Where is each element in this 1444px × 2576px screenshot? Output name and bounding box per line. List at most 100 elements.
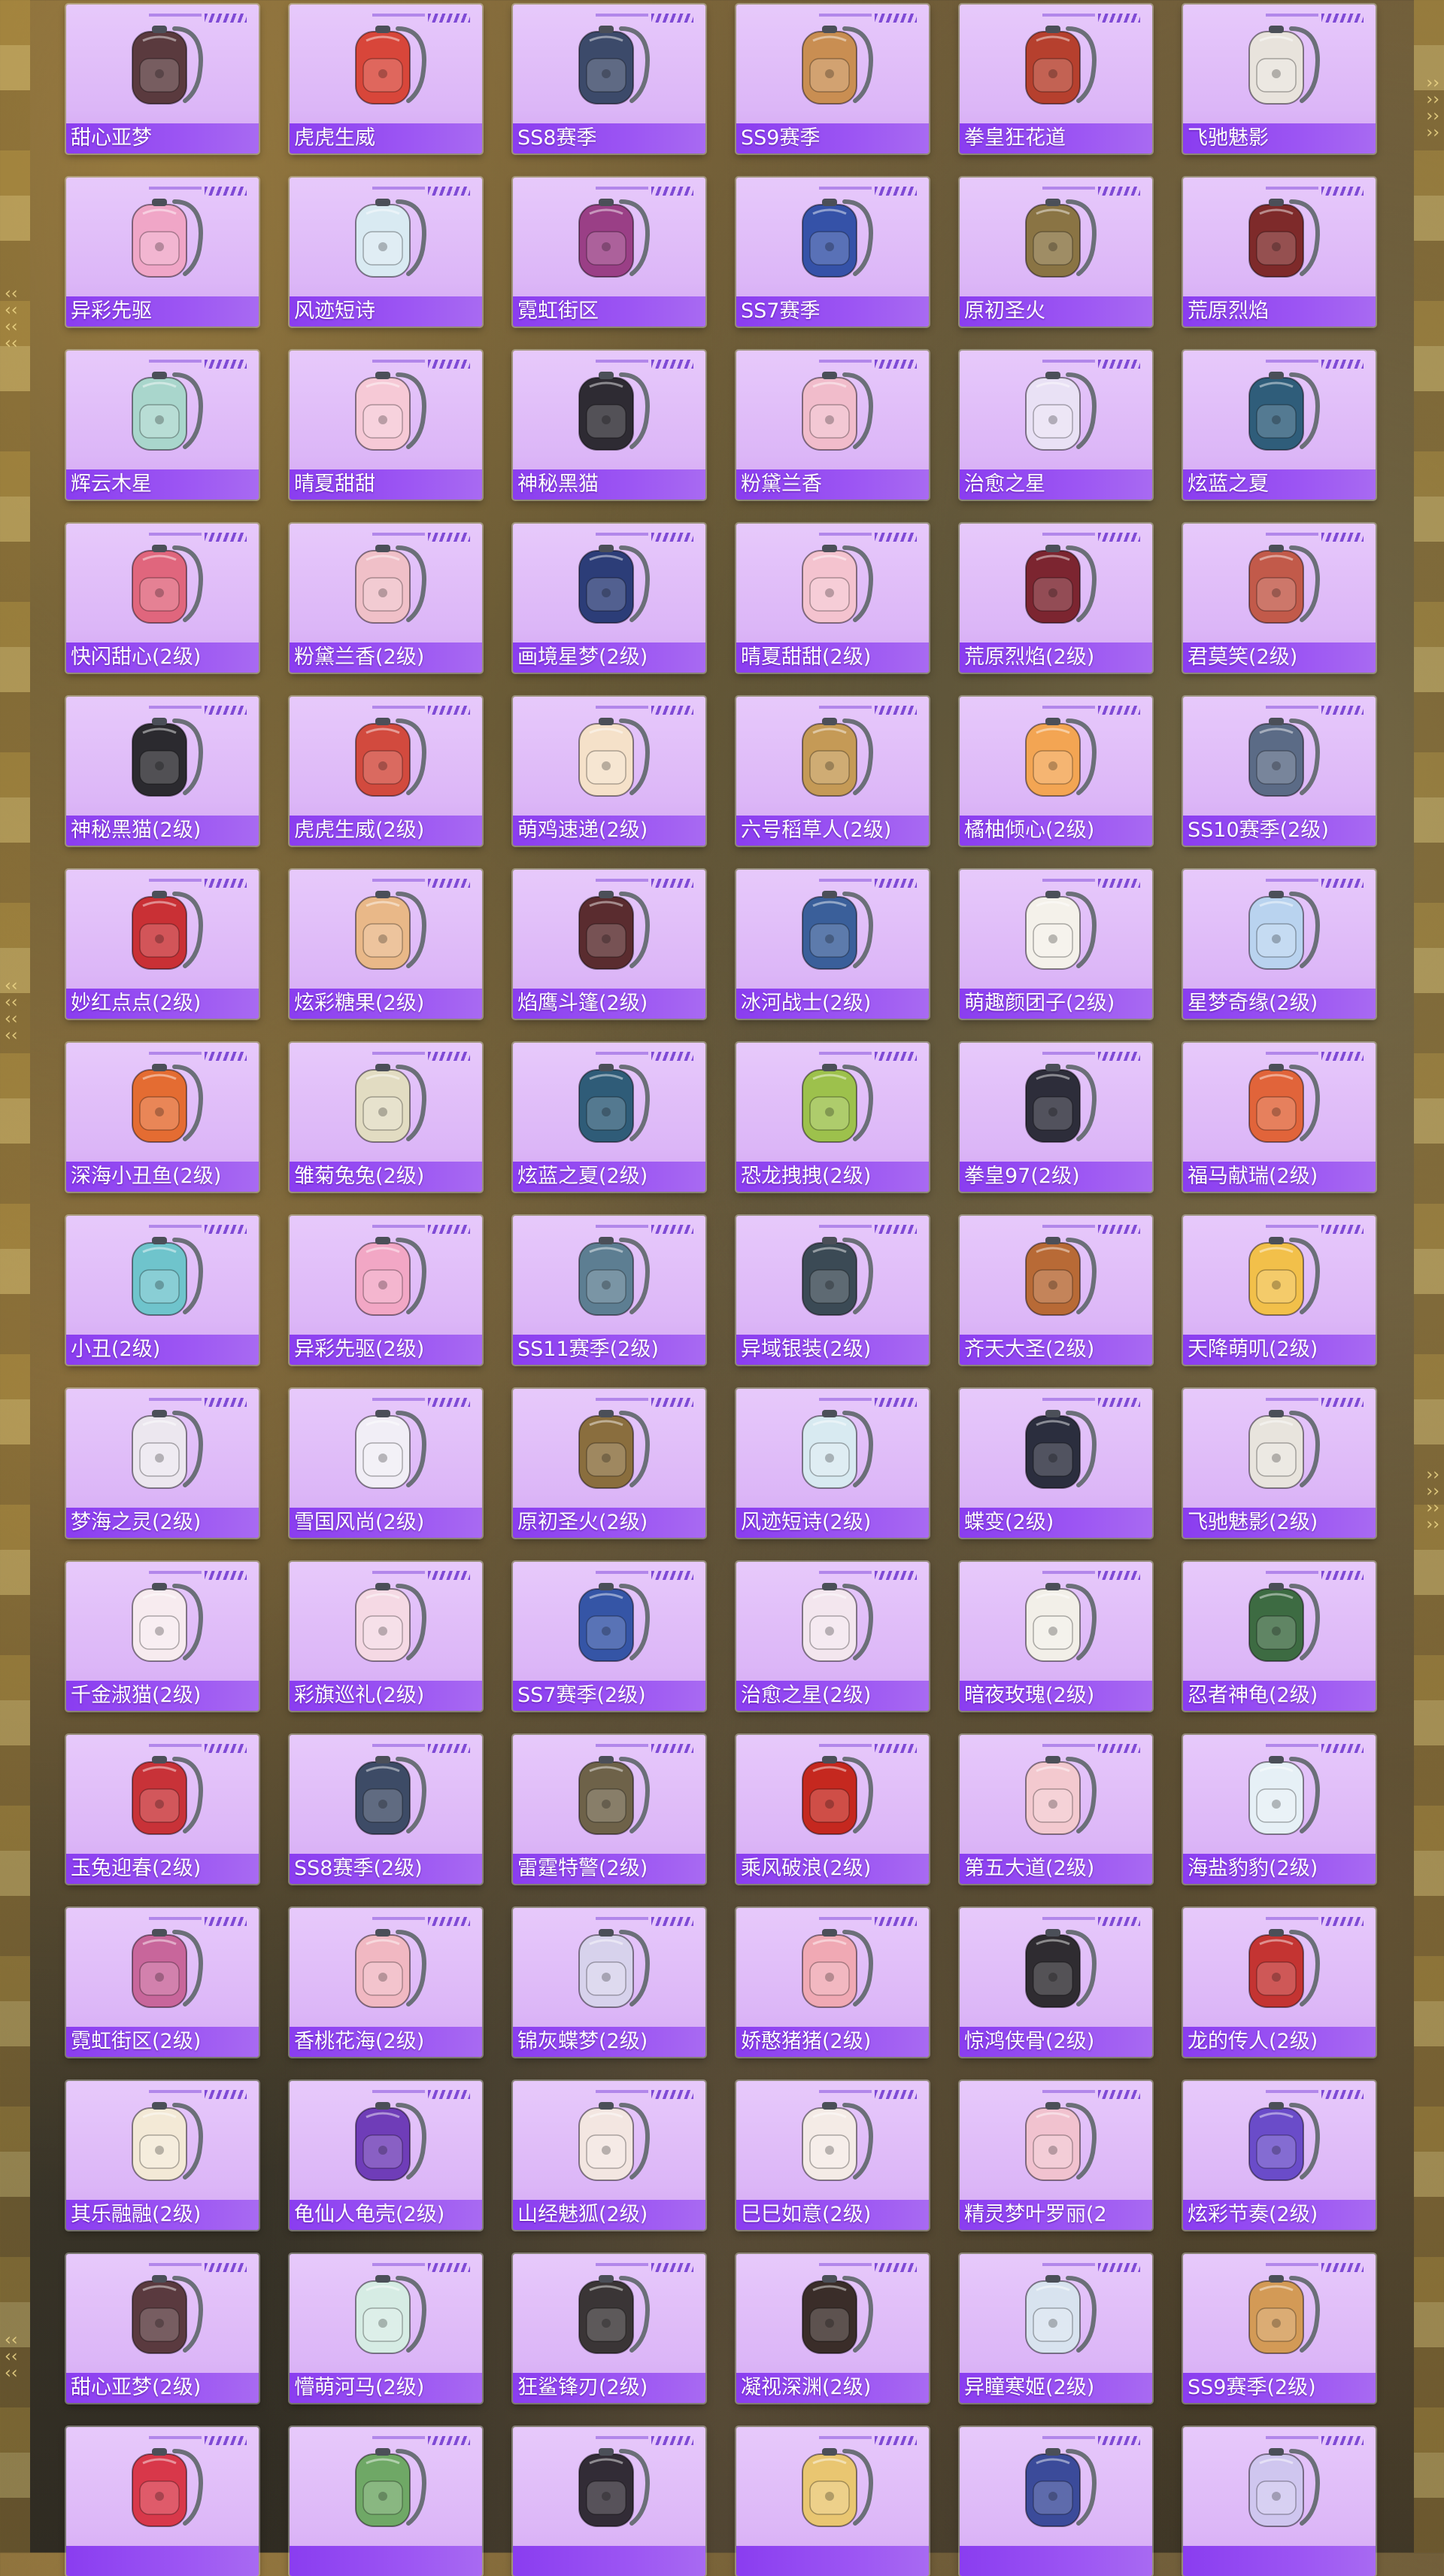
backpack-item-card[interactable]: SS8赛季 <box>513 5 705 153</box>
backpack-item-card[interactable]: 冰河战士(2级) <box>736 870 929 1019</box>
backpack-item-card[interactable] <box>960 2427 1152 2576</box>
backpack-item-card[interactable]: 恐龙拽拽(2级) <box>736 1043 929 1192</box>
backpack-item-card[interactable] <box>1183 2427 1376 2576</box>
backpack-item-card[interactable] <box>290 2427 482 2576</box>
backpack-item-card[interactable]: 晴夏甜甜 <box>290 351 482 500</box>
backpack-item-card[interactable]: 拳皇97(2级) <box>960 1043 1152 1192</box>
backpack-icon <box>1248 372 1320 451</box>
backpack-item-card[interactable]: 蝶变(2级) <box>960 1389 1152 1538</box>
backpack-item-card[interactable]: 炫彩节奏(2级) <box>1183 2081 1376 2230</box>
backpack-item-card[interactable]: 乘风破浪(2级) <box>736 1735 929 1884</box>
backpack-item-card[interactable]: SS11赛季(2级) <box>513 1216 705 1365</box>
backpack-item-card[interactable]: SS7赛季(2级) <box>513 1562 705 1711</box>
backpack-item-card[interactable]: 橘柚倾心(2级) <box>960 697 1152 846</box>
backpack-item-card[interactable]: 神秘黑猫 <box>513 351 705 500</box>
backpack-item-card[interactable]: SS9赛季(2级) <box>1183 2254 1376 2403</box>
backpack-item-card[interactable]: 雏菊兔兔(2级) <box>290 1043 482 1192</box>
backpack-item-card[interactable]: 炫蓝之夏 <box>1183 351 1376 500</box>
backpack-item-card[interactable]: 福马献瑞(2级) <box>1183 1043 1376 1192</box>
backpack-item-card[interactable]: 巳巳如意(2级) <box>736 2081 929 2230</box>
backpack-item-card[interactable] <box>513 2427 705 2576</box>
backpack-item-card[interactable]: 荒原烈焰 <box>1183 178 1376 327</box>
backpack-item-card[interactable]: 粉黛兰香 <box>736 351 929 500</box>
backpack-item-card[interactable]: 原初圣火(2级) <box>513 1389 705 1538</box>
backpack-item-card[interactable]: 星梦奇缘(2级) <box>1183 870 1376 1019</box>
backpack-item-card[interactable] <box>736 2427 929 2576</box>
backpack-item-card[interactable]: SS7赛季 <box>736 178 929 327</box>
backpack-item-card[interactable]: 天降萌叽(2级) <box>1183 1216 1376 1365</box>
backpack-item-card[interactable]: 快闪甜心(2级) <box>66 524 259 673</box>
backpack-item-card[interactable]: 玉兔迎春(2级) <box>66 1735 259 1884</box>
backpack-item-card[interactable]: 画境星梦(2级) <box>513 524 705 673</box>
backpack-item-card[interactable]: 第五大道(2级) <box>960 1735 1152 1884</box>
backpack-item-card[interactable]: 霓虹街区 <box>513 178 705 327</box>
backpack-item-card[interactable]: 飞驰魅影(2级) <box>1183 1389 1376 1538</box>
backpack-item-card[interactable]: 齐天大圣(2级) <box>960 1216 1152 1365</box>
backpack-item-card[interactable]: 龙的传人(2级) <box>1183 1908 1376 2057</box>
backpack-item-card[interactable]: 龟仙人龟壳(2级) <box>290 2081 482 2230</box>
backpack-icon <box>802 1064 873 1143</box>
backpack-item-card[interactable]: 萌趣颜团子(2级) <box>960 870 1152 1019</box>
backpack-item-card[interactable]: 治愈之星(2级) <box>736 1562 929 1711</box>
backpack-item-card[interactable]: 千金淑猫(2级) <box>66 1562 259 1711</box>
backpack-item-card[interactable]: 山经魅狐(2级) <box>513 2081 705 2230</box>
backpack-item-card[interactable]: 虎虎生威 <box>290 5 482 153</box>
backpack-item-card[interactable]: 海盐豹豹(2级) <box>1183 1735 1376 1884</box>
backpack-item-card[interactable]: 飞驰魅影 <box>1183 5 1376 153</box>
backpack-item-card[interactable]: 异域银装(2级) <box>736 1216 929 1365</box>
backpack-item-card[interactable]: 荒原烈焰(2级) <box>960 524 1152 673</box>
backpack-item-card[interactable]: 懵萌河马(2级) <box>290 2254 482 2403</box>
item-name-label: 神秘黑猫 <box>513 469 705 500</box>
backpack-icon <box>132 1237 203 1316</box>
backpack-item-card[interactable]: 香桃花海(2级) <box>290 1908 482 2057</box>
backpack-item-card[interactable]: 异彩先驱(2级) <box>290 1216 482 1365</box>
backpack-item-card[interactable]: 梦海之灵(2级) <box>66 1389 259 1538</box>
backpack-item-card[interactable]: 粉黛兰香(2级) <box>290 524 482 673</box>
backpack-item-card[interactable]: 精灵梦叶罗丽(2 <box>960 2081 1152 2230</box>
item-name-label: 彩旗巡礼(2级) <box>290 1681 482 1711</box>
backpack-icon <box>132 1929 203 2008</box>
backpack-item-card[interactable]: 深海小丑鱼(2级) <box>66 1043 259 1192</box>
item-name-label: 千金淑猫(2级) <box>66 1681 259 1711</box>
backpack-item-card[interactable]: 炫彩糖果(2级) <box>290 870 482 1019</box>
backpack-item-card[interactable]: 霓虹街区(2级) <box>66 1908 259 2057</box>
backpack-item-card[interactable]: 妙红点点(2级) <box>66 870 259 1019</box>
backpack-item-card[interactable]: 辉云木星 <box>66 351 259 500</box>
backpack-item-card[interactable]: 狂鲨锋刃(2级) <box>513 2254 705 2403</box>
backpack-item-card[interactable]: 锦灰蝶梦(2级) <box>513 1908 705 2057</box>
backpack-item-card[interactable]: 其乐融融(2级) <box>66 2081 259 2230</box>
card-top-line <box>819 533 872 536</box>
backpack-item-card[interactable]: 异彩先驱 <box>66 178 259 327</box>
backpack-item-card[interactable]: 风迹短诗(2级) <box>736 1389 929 1538</box>
backpack-item-card[interactable] <box>66 2427 259 2576</box>
backpack-item-card[interactable]: 凝视深渊(2级) <box>736 2254 929 2403</box>
backpack-item-card[interactable]: 治愈之星 <box>960 351 1152 500</box>
backpack-item-card[interactable]: SS10赛季(2级) <box>1183 697 1376 846</box>
backpack-item-card[interactable]: 异瞳寒姬(2级) <box>960 2254 1152 2403</box>
backpack-item-card[interactable]: 小丑(2级) <box>66 1216 259 1365</box>
backpack-item-card[interactable]: 忍者神龟(2级) <box>1183 1562 1376 1711</box>
backpack-item-card[interactable]: 甜心亚梦 <box>66 5 259 153</box>
backpack-item-card[interactable]: 暗夜玫瑰(2级) <box>960 1562 1152 1711</box>
backpack-item-card[interactable]: 焰鹰斗篷(2级) <box>513 870 705 1019</box>
backpack-item-card[interactable]: 雪国风尚(2级) <box>290 1389 482 1538</box>
backpack-item-card[interactable]: 神秘黑猫(2级) <box>66 697 259 846</box>
backpack-item-card[interactable]: 雷霆特警(2级) <box>513 1735 705 1884</box>
backpack-item-card[interactable]: 娇憨猪猪(2级) <box>736 1908 929 2057</box>
backpack-item-card[interactable]: SS9赛季 <box>736 5 929 153</box>
backpack-icon <box>802 891 873 970</box>
backpack-item-card[interactable]: 六号稻草人(2级) <box>736 697 929 846</box>
backpack-item-card[interactable]: 彩旗巡礼(2级) <box>290 1562 482 1711</box>
card-top-line <box>596 1917 648 1920</box>
backpack-item-card[interactable]: SS8赛季(2级) <box>290 1735 482 1884</box>
backpack-item-card[interactable]: 拳皇狂花道 <box>960 5 1152 153</box>
backpack-item-card[interactable]: 原初圣火 <box>960 178 1152 327</box>
backpack-item-card[interactable]: 晴夏甜甜(2级) <box>736 524 929 673</box>
backpack-item-card[interactable]: 萌鸡速递(2级) <box>513 697 705 846</box>
backpack-item-card[interactable]: 甜心亚梦(2级) <box>66 2254 259 2403</box>
backpack-item-card[interactable]: 惊鸿侠骨(2级) <box>960 1908 1152 2057</box>
backpack-item-card[interactable]: 炫蓝之夏(2级) <box>513 1043 705 1192</box>
backpack-item-card[interactable]: 虎虎生威(2级) <box>290 697 482 846</box>
backpack-item-card[interactable]: 君莫笑(2级) <box>1183 524 1376 673</box>
backpack-item-card[interactable]: 风迹短诗 <box>290 178 482 327</box>
